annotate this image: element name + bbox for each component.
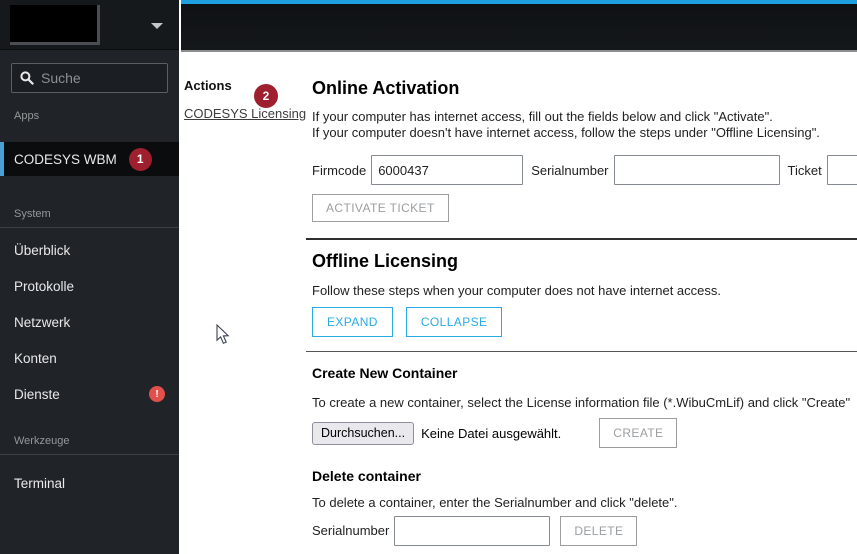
delete-container-description: To delete a container, enter the Serialn… <box>312 495 678 510</box>
sidebar-item-dienste[interactable]: Dienste ! <box>0 376 179 412</box>
create-container-title: Create New Container <box>312 364 458 381</box>
serialnumber-field[interactable] <box>613 155 780 185</box>
sidebar-item-label: Konten <box>14 350 57 366</box>
actions-count-badge: 2 <box>254 84 278 108</box>
section-divider <box>306 350 857 352</box>
firmcode-field[interactable] <box>371 155 524 185</box>
search-input[interactable] <box>41 70 159 86</box>
sidebar-item-terminal[interactable]: Terminal <box>0 465 179 501</box>
sidebar-item-ueberblick[interactable]: Überblick <box>0 232 179 268</box>
online-activation-title: Online Activation <box>312 78 460 98</box>
sidebar-divider <box>0 227 179 228</box>
delete-serialnumber-label: Serialnumber <box>312 523 390 538</box>
file-select-row: Durchsuchen... Keine Datei ausgewählt. C… <box>312 418 857 448</box>
sidebar-item-label: Dienste <box>14 386 60 402</box>
serialnumber-label: Serialnumber <box>531 162 609 178</box>
chevron-down-icon <box>151 23 163 29</box>
ticket-label: Ticket <box>787 162 822 178</box>
sidebar-item-label: Terminal <box>14 475 66 491</box>
sidebar-item-codesys-wbm[interactable]: CODESYS WBM 1 <box>0 142 179 176</box>
offline-buttons-row: EXPAND COLLAPSE <box>312 306 857 337</box>
activate-ticket-button[interactable]: ACTIVATE TICKET <box>312 194 449 222</box>
create-container-description: To create a new container, select the Li… <box>312 394 851 410</box>
firmcode-label: Firmcode <box>312 162 367 178</box>
codesys-licensing-link[interactable]: CODESYS Licensing <box>184 106 306 121</box>
offline-licensing-description: Follow these steps when your computer do… <box>312 283 721 298</box>
delete-container-title: Delete container <box>312 468 421 484</box>
top-header-bar <box>181 0 857 52</box>
actions-panel: Actions 2 CODESYS Licensing <box>184 52 308 123</box>
sidebar-item-label: Überblick <box>14 242 71 258</box>
actions-title: Actions <box>184 78 232 93</box>
offline-licensing-title: Offline Licensing <box>312 251 459 271</box>
mouse-cursor <box>216 323 231 350</box>
description-line-1: If your computer has internet access, fi… <box>312 109 773 124</box>
description-line-2: If your computer doesn't have internet a… <box>312 124 820 140</box>
delete-form-row: Serialnumber DELETE <box>312 515 857 546</box>
device-dropdown[interactable] <box>0 0 179 50</box>
app-root: Apps CODESYS WBM 1 System Überblick Prot… <box>0 0 857 554</box>
device-logo <box>10 5 100 45</box>
browse-file-button[interactable]: Durchsuchen... <box>312 421 415 445</box>
search-box[interactable] <box>11 63 168 93</box>
activation-form-row: Firmcode Serialnumber Ticket <box>312 155 857 185</box>
sidebar-system-list: Überblick Protokolle Netzwerk Konten Die… <box>0 232 179 412</box>
sidebar-item-label: Protokolle <box>14 278 75 294</box>
expand-button[interactable]: EXPAND <box>312 306 393 337</box>
no-file-selected-text: Keine Datei ausgewählt. <box>421 425 562 441</box>
sidebar: Apps CODESYS WBM 1 System Überblick Prot… <box>0 0 179 554</box>
alert-badge: ! <box>149 386 165 402</box>
sidebar-item-label: Netzwerk <box>14 314 71 330</box>
sidebar-divider <box>0 454 179 455</box>
sidebar-item-konten[interactable]: Konten <box>0 340 179 376</box>
delete-serialnumber-field[interactable] <box>394 515 551 546</box>
online-activation-description: If your computer has internet access, fi… <box>312 109 857 140</box>
search-container <box>0 50 179 93</box>
sidebar-section-system: System <box>14 208 51 220</box>
main-content: Online Activation If your computer has i… <box>306 52 857 546</box>
sidebar-section-werkzeuge: Werkzeuge <box>14 435 70 447</box>
sidebar-item-label: CODESYS WBM <box>14 151 117 167</box>
sidebar-item-protokolle[interactable]: Protokolle <box>0 268 179 304</box>
create-button[interactable]: CREATE <box>599 418 678 448</box>
ticket-field[interactable] <box>826 155 857 185</box>
sidebar-item-netzwerk[interactable]: Netzwerk <box>0 304 179 340</box>
section-divider <box>306 238 857 240</box>
search-icon <box>20 71 34 85</box>
collapse-button[interactable]: COLLAPSE <box>405 306 503 337</box>
sidebar-section-apps: Apps <box>14 110 40 122</box>
notification-badge: 1 <box>128 147 152 171</box>
delete-button[interactable]: DELETE <box>560 515 638 546</box>
